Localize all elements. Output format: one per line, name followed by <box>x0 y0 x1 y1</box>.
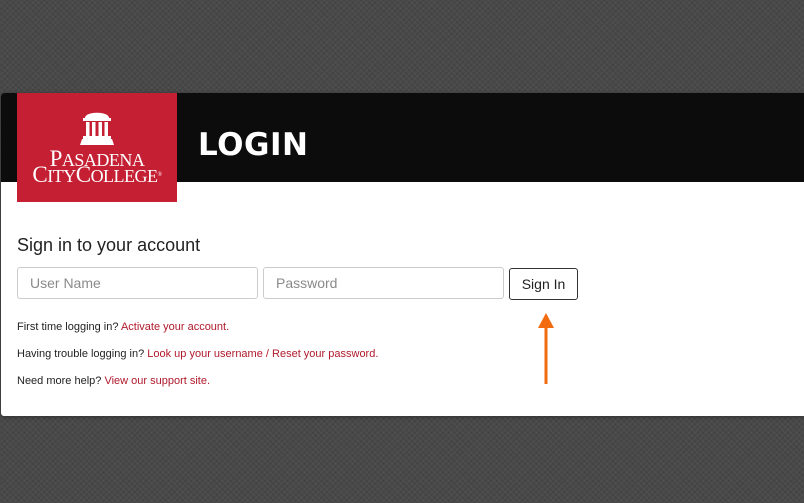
reset-password-link[interactable]: Reset your password. <box>272 348 378 360</box>
college-logo: PASADENA CITYCOLLEGE® <box>17 93 177 202</box>
login-panel: LOGIN PASADENA CITYCOLLEGE® Sign in to y… <box>1 93 804 416</box>
form-heading: Sign in to your account <box>17 235 201 255</box>
sign-in-button[interactable]: Sign In <box>509 268 578 300</box>
help-more-help: Need more help? View our support site. <box>17 375 211 387</box>
page-title: LOGIN <box>198 127 309 163</box>
username-input[interactable] <box>17 267 258 299</box>
lookup-username-link[interactable]: Look up your username <box>147 348 263 360</box>
support-site-link[interactable]: View our support site. <box>104 375 210 387</box>
help-first-time: First time logging in? Activate your acc… <box>17 321 230 333</box>
activate-account-link[interactable]: Activate your account. <box>121 321 229 333</box>
up-arrow-icon <box>538 313 554 384</box>
logo-wordmark-line2: CITYCOLLEGE® <box>32 162 162 187</box>
help-trouble-login: Having trouble logging in? Look up your … <box>17 348 379 360</box>
pcc-tower-logo-icon <box>80 112 114 145</box>
link-separator: / <box>262 348 273 360</box>
password-input[interactable] <box>263 267 504 299</box>
